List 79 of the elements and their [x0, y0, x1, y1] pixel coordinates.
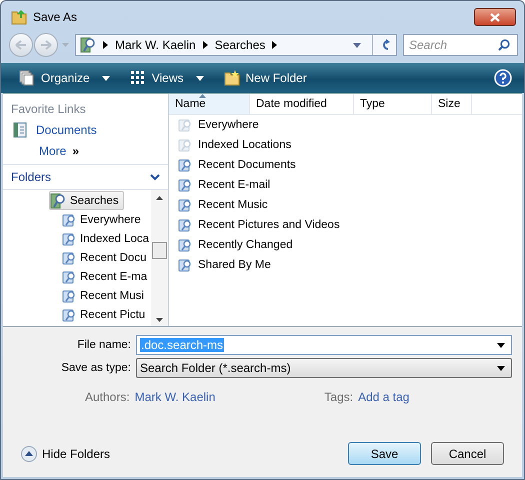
question-mark-icon	[494, 69, 512, 87]
up-chevron-icon	[21, 446, 37, 462]
toolbar-button[interactable]: Organize	[15, 67, 114, 89]
authors-value[interactable]: Mark W. Kaelin	[134, 390, 216, 404]
help-button[interactable]	[494, 69, 512, 87]
dropdown-arrow-icon	[353, 42, 361, 48]
tree-item[interactable]: Searches	[49, 191, 124, 210]
search-folder-icon	[62, 288, 76, 302]
scrollbar[interactable]	[151, 190, 168, 326]
file-item[interactable]: Recent E-mail	[169, 175, 270, 195]
close-icon	[490, 12, 500, 22]
down-arrow-icon	[156, 318, 163, 322]
folders-header[interactable]: Folders	[3, 164, 168, 190]
column-header[interactable]: Size	[432, 94, 472, 114]
search-folder-icon	[50, 192, 66, 208]
file-item[interactable]: Everywhere	[169, 115, 259, 135]
save-button[interactable]: Save	[348, 442, 421, 465]
breadcrumb[interactable]: Mark W. Kaelin	[115, 38, 196, 52]
sort-arrow-icon	[199, 94, 206, 98]
tree-item[interactable]: Recent Musi	[62, 286, 148, 305]
tree-item[interactable]: Recent Pictu	[62, 305, 150, 324]
file-item[interactable]: Recently Changed	[169, 235, 293, 255]
tree-item[interactable]: Indexed Loca	[62, 229, 151, 248]
search-folder-icon	[62, 250, 76, 264]
search-icon	[498, 39, 510, 51]
hide-folders-button[interactable]: Hide Folders	[21, 446, 110, 462]
pages-icon	[19, 70, 35, 86]
column-header[interactable]: Date modified	[250, 94, 354, 114]
file-item[interactable]: Recent Music	[169, 195, 268, 215]
toolbar-button[interactable]: New Folder	[220, 67, 311, 89]
favorite-link[interactable]: Documents	[3, 120, 168, 140]
tags-label: Tags:	[324, 390, 354, 404]
document-icon	[13, 122, 27, 138]
file-item[interactable]: Recent Documents	[169, 155, 296, 175]
folder-icon	[11, 9, 27, 25]
dropdown-arrow-icon	[497, 342, 505, 348]
field-label: File name:	[76, 339, 131, 351]
search-field[interactable]: Search	[403, 34, 518, 56]
search-folder-icon	[62, 212, 76, 226]
dropdown-arrow-icon	[62, 43, 69, 47]
search-folder-icon	[62, 232, 76, 246]
chevron-right-icon	[103, 41, 108, 49]
column-header[interactable]: Type	[354, 94, 432, 114]
right-arrow-icon	[40, 40, 52, 50]
file-item[interactable]: Shared By Me	[169, 255, 271, 275]
forward-button[interactable]	[34, 33, 58, 57]
file-type-dropdown[interactable]: Search Folder (*.search-ms)	[136, 358, 512, 378]
window-title: Save As	[33, 10, 78, 24]
file-item[interactable]: Recent Pictures and Videos	[169, 215, 340, 235]
authors-label: Authors:	[85, 390, 130, 404]
tree-item[interactable]: Everywhere	[62, 210, 145, 229]
column-header[interactable]: Name	[169, 94, 250, 114]
dropdown-arrow-icon	[196, 76, 204, 80]
chevron-right-icon	[272, 41, 278, 49]
back-button[interactable]	[9, 33, 33, 57]
tree-item[interactable]: Recent Docu	[62, 248, 150, 267]
grid-icon	[130, 70, 146, 86]
search-folder-icon	[80, 37, 96, 53]
up-arrow-icon	[156, 196, 163, 200]
folder-icon	[224, 70, 240, 86]
more-link[interactable]: More »	[3, 140, 168, 164]
field-label: Save as type:	[60, 362, 131, 374]
chevron-right-icon	[202, 41, 208, 49]
address-bar[interactable]: Mark W. Kaelin Searches	[75, 34, 397, 56]
search-folder-icon	[62, 270, 76, 284]
dropdown-arrow-icon	[497, 366, 505, 370]
cancel-button[interactable]: Cancel	[431, 442, 504, 465]
search-folder-icon	[62, 308, 76, 322]
close-button[interactable]	[474, 8, 516, 26]
chevron-down-icon	[150, 174, 160, 180]
scroll-thumb[interactable]	[152, 242, 167, 259]
breadcrumb[interactable]: Searches	[214, 38, 266, 52]
file-item[interactable]: Indexed Locations	[169, 135, 292, 155]
tree-item[interactable]: Recent E-ma	[62, 267, 151, 286]
toolbar-button[interactable]: Views	[126, 67, 208, 89]
dropdown-arrow-icon	[102, 76, 110, 80]
section-heading: Favorite Links	[10, 101, 87, 118]
add-tag-link[interactable]: Add a tag	[358, 390, 410, 404]
left-arrow-icon	[15, 40, 27, 50]
